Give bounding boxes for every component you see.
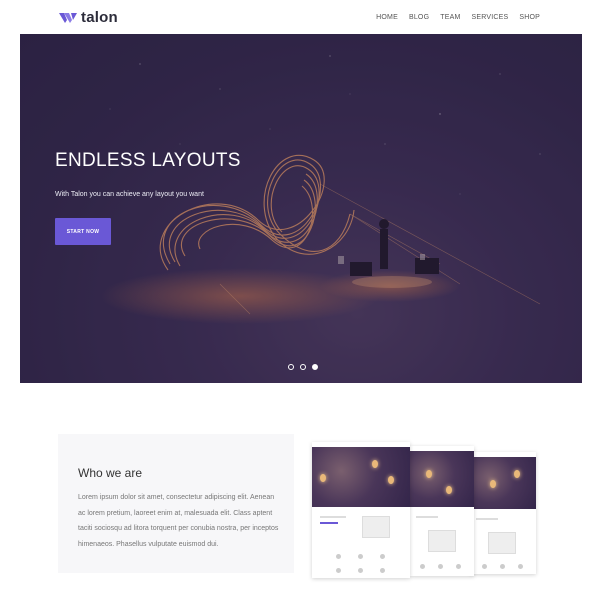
slider-dots bbox=[288, 364, 318, 370]
nav-item-blog[interactable]: BLOG bbox=[409, 14, 429, 21]
nav-item-services[interactable]: SERVICES bbox=[471, 14, 508, 21]
nav-item-shop[interactable]: SHOP bbox=[519, 14, 540, 21]
screenshot-1 bbox=[312, 442, 410, 578]
layout-screenshots bbox=[300, 430, 590, 580]
screenshot-3 bbox=[470, 452, 536, 574]
hero-title: ENDLESS LAYOUTS bbox=[55, 150, 241, 171]
about-title: Who we are bbox=[78, 466, 143, 480]
start-now-button[interactable]: START NOW bbox=[55, 218, 111, 245]
brand-name: talon bbox=[81, 9, 118, 26]
talon-logo-icon bbox=[59, 13, 77, 23]
hero-slider: ENDLESS LAYOUTS With Talon you can achie… bbox=[20, 34, 582, 383]
screenshot-2 bbox=[410, 446, 474, 576]
site-header: talon HOME BLOG TEAM SERVICES SHOP bbox=[0, 0, 602, 34]
hero-subtitle: With Talon you can achieve any layout yo… bbox=[55, 191, 204, 198]
slider-dot-2[interactable] bbox=[300, 364, 306, 370]
nav-item-home[interactable]: HOME bbox=[376, 14, 398, 21]
slider-dot-1[interactable] bbox=[288, 364, 294, 370]
hero-background-image bbox=[20, 34, 582, 383]
about-card: Who we are Lorem ipsum dolor sit amet, c… bbox=[58, 434, 294, 573]
brand-logo[interactable]: talon bbox=[59, 9, 118, 27]
slider-dot-3-active[interactable] bbox=[312, 364, 318, 370]
nav-item-team[interactable]: TEAM bbox=[440, 14, 460, 21]
main-nav: HOME BLOG TEAM SERVICES SHOP bbox=[376, 14, 540, 21]
about-text: Lorem ipsum dolor sit amet, consectetur … bbox=[78, 494, 279, 548]
